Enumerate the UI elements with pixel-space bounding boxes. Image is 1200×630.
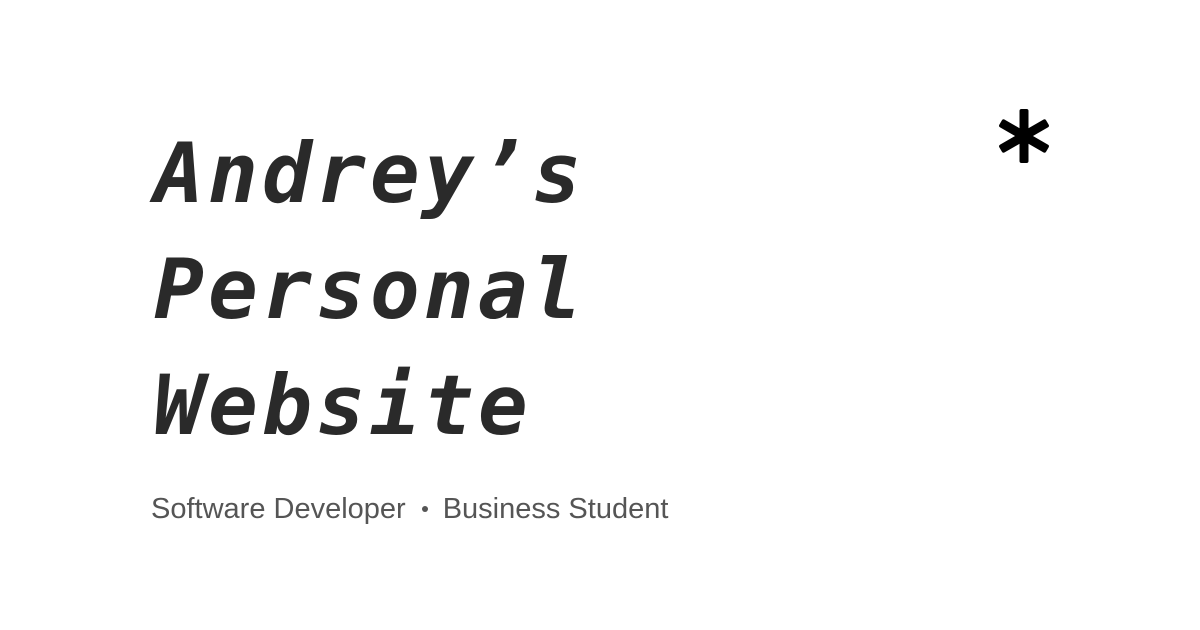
page-title: Andrey’s Personal Website (154, 116, 586, 464)
title-line-1: Andrey’s (154, 125, 586, 222)
subtitle-role-student: Business Student (442, 493, 669, 525)
bullet-separator (421, 506, 428, 513)
subtitle: Software Developer Business Student (151, 489, 668, 529)
title-line-3: Website (154, 357, 532, 454)
subtitle-role-developer: Software Developer (151, 493, 406, 525)
asterisk-icon (999, 109, 1049, 163)
title-line-2: Personal (154, 241, 586, 338)
og-card: Andrey’s Personal Website Software Devel… (0, 0, 1200, 630)
